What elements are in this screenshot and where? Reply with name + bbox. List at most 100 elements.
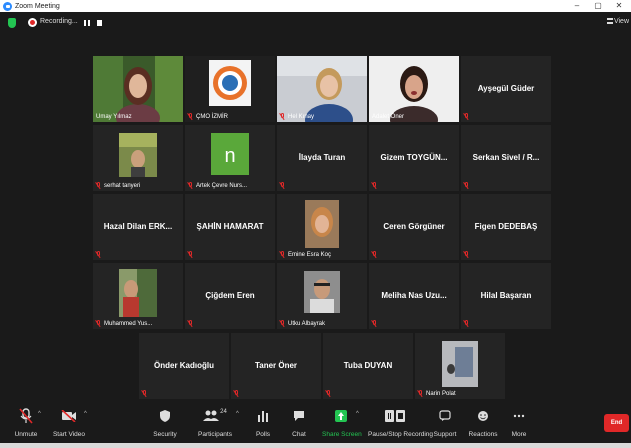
stop-recording-icon[interactable] bbox=[97, 20, 102, 26]
participant-name: Narin Polat bbox=[418, 390, 456, 397]
muted-mic-icon bbox=[464, 251, 470, 258]
participant-tile-active-speaker[interactable]: Adalet Öner bbox=[369, 56, 459, 122]
muted-mic-icon bbox=[372, 320, 378, 327]
participant-tile[interactable]: Tuba DUYAN bbox=[323, 333, 413, 399]
muted-indicator bbox=[142, 390, 150, 397]
support-button[interactable]: Support bbox=[432, 408, 458, 438]
participant-tile[interactable]: Çiğdem Eren bbox=[185, 263, 275, 329]
muted-mic-icon bbox=[142, 390, 148, 397]
participant-tile[interactable]: Ayşegül Güder bbox=[461, 56, 551, 122]
muted-mic-icon bbox=[280, 113, 286, 120]
reactions-button[interactable]: Reactions bbox=[468, 408, 498, 438]
window-title: Zoom Meeting bbox=[15, 2, 60, 10]
reactions-label: Reactions bbox=[468, 431, 498, 438]
muted-mic-icon bbox=[234, 390, 240, 397]
end-meeting-button[interactable]: End bbox=[604, 414, 629, 432]
participant-name: Hel Kınay bbox=[280, 113, 314, 120]
participant-tile[interactable]: Hel Kınay bbox=[277, 56, 367, 122]
participants-count: 24 bbox=[220, 409, 227, 415]
security-label: Security bbox=[153, 431, 177, 438]
participant-tile[interactable]: Narin Polat bbox=[415, 333, 505, 399]
participant-name: Tuba DUYAN bbox=[343, 361, 393, 370]
polls-icon bbox=[252, 408, 274, 424]
participant-tile[interactable]: Ceren Görgüner bbox=[369, 194, 459, 260]
muted-mic-icon bbox=[372, 251, 378, 258]
muted-indicator bbox=[280, 182, 288, 189]
participant-name: Ayşegül Güder bbox=[477, 84, 535, 93]
close-window-button[interactable]: ✕ bbox=[611, 0, 627, 12]
muted-mic-icon bbox=[188, 251, 194, 258]
participant-tile[interactable]: ŞAHİN HAMARAT bbox=[185, 194, 275, 260]
participant-tile[interactable]: n Artek Çevre Nurs... bbox=[185, 125, 275, 191]
audio-options-caret[interactable]: ^ bbox=[38, 411, 41, 417]
muted-indicator bbox=[372, 251, 380, 258]
participant-name: Artek Çevre Nurs... bbox=[188, 182, 247, 189]
participants-options-caret[interactable]: ^ bbox=[236, 411, 239, 417]
participant-name: Emine Esra Koç bbox=[280, 251, 331, 258]
window-titlebar: Zoom Meeting bbox=[0, 0, 631, 12]
participant-tile[interactable]: Emine Esra Koç bbox=[277, 194, 367, 260]
participants-icon: 24 bbox=[196, 408, 234, 424]
muted-mic-icon bbox=[96, 182, 102, 189]
participant-tile[interactable]: Önder Kadıoğlu bbox=[139, 333, 229, 399]
share-options-caret[interactable]: ^ bbox=[356, 411, 359, 417]
participant-name: ŞAHİN HAMARAT bbox=[196, 222, 264, 231]
participant-tile[interactable]: Utku Albayrak bbox=[277, 263, 367, 329]
pause-recording-icon[interactable] bbox=[84, 20, 90, 26]
maximize-button[interactable]: ▢ bbox=[590, 0, 606, 12]
share-screen-icon bbox=[322, 408, 360, 424]
minimize-button[interactable]: – bbox=[569, 0, 585, 12]
pause-stop-recording-button[interactable]: Pause/Stop Recording bbox=[368, 408, 433, 438]
participant-tile[interactable]: serhat tanyeri bbox=[93, 125, 183, 191]
participant-name: Gizem TOYGÜN... bbox=[380, 153, 448, 162]
share-screen-button[interactable]: Share Screen bbox=[322, 408, 362, 438]
participant-tile[interactable]: Hilal Başaran bbox=[461, 263, 551, 329]
participant-tile[interactable]: Muhammed Yus... bbox=[93, 263, 183, 329]
participant-tile[interactable]: Serkan Sivel / R... bbox=[461, 125, 551, 191]
grid-view-icon bbox=[606, 18, 613, 25]
participant-name: Serkan Sivel / R... bbox=[472, 153, 540, 162]
participant-name: Taner Öner bbox=[254, 361, 298, 370]
participant-tile[interactable]: Figen DEDEBAŞ bbox=[461, 194, 551, 260]
recording-indicator-icon bbox=[28, 18, 37, 27]
share-screen-label: Share Screen bbox=[322, 431, 362, 438]
unmute-label: Unmute bbox=[14, 431, 38, 438]
more-button[interactable]: More bbox=[508, 408, 530, 438]
participant-name: ÇMO İZMİR bbox=[188, 113, 228, 120]
muted-mic-icon bbox=[372, 182, 378, 189]
participant-tile[interactable]: Gizem TOYGÜN... bbox=[369, 125, 459, 191]
participant-name: Umay Yılmaz bbox=[96, 114, 132, 120]
polls-button[interactable]: Polls bbox=[252, 408, 274, 438]
participant-name: Hazal Dilan ERK... bbox=[103, 222, 173, 231]
participant-tile[interactable]: Umay Yılmaz bbox=[93, 56, 183, 122]
view-label: View bbox=[613, 18, 629, 25]
participant-name: Önder Kadıoğlu bbox=[154, 361, 214, 370]
start-video-button[interactable]: Start Video bbox=[52, 408, 86, 438]
muted-mic-icon bbox=[188, 320, 194, 327]
participant-name: Hilal Başaran bbox=[480, 291, 532, 300]
muted-indicator bbox=[372, 182, 380, 189]
participant-name: Ceren Görgüner bbox=[383, 222, 445, 231]
view-button[interactable]: View bbox=[606, 18, 629, 25]
participant-tile[interactable]: Hazal Dilan ERK... bbox=[93, 194, 183, 260]
more-icon bbox=[508, 408, 530, 424]
security-button[interactable]: Security bbox=[148, 408, 182, 438]
support-icon bbox=[432, 408, 458, 424]
muted-mic-icon bbox=[188, 182, 194, 189]
muted-indicator bbox=[188, 251, 196, 258]
participants-label: Participants bbox=[198, 431, 232, 438]
muted-indicator bbox=[96, 251, 104, 258]
participant-tile[interactable]: Taner Öner bbox=[231, 333, 321, 399]
participants-button[interactable]: 24 Participants bbox=[196, 408, 234, 438]
more-label: More bbox=[511, 431, 527, 438]
encryption-shield-icon[interactable] bbox=[8, 18, 16, 28]
participant-name: Muhammed Yus... bbox=[96, 320, 152, 327]
muted-mic-icon bbox=[280, 320, 286, 327]
participant-tile[interactable]: ÇMO İZMİR bbox=[185, 56, 275, 122]
chat-button[interactable]: Chat bbox=[288, 408, 310, 438]
video-options-caret[interactable]: ^ bbox=[84, 411, 87, 417]
participant-tile[interactable]: İlayda Turan bbox=[277, 125, 367, 191]
muted-indicator bbox=[234, 390, 242, 397]
participant-tile[interactable]: Meliha Nas Uzu... bbox=[369, 263, 459, 329]
support-label: Support bbox=[433, 431, 457, 438]
